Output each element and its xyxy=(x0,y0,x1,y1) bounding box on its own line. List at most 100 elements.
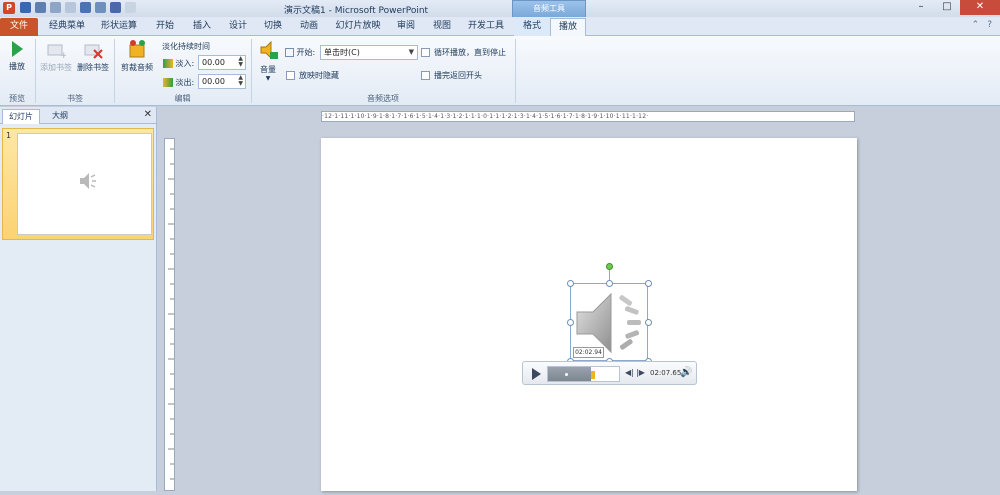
tab-animations[interactable]: 动画 xyxy=(294,18,324,36)
tab-developer[interactable]: 开发工具 xyxy=(464,18,508,36)
group-label-audio-options: 音频选项 xyxy=(367,94,399,103)
window-controls: – □ ✕ xyxy=(908,0,1000,15)
slide-thumbnail[interactable] xyxy=(17,133,152,235)
player-volume-icon[interactable]: 🔊 xyxy=(680,367,692,378)
rewind-after-play-checkbox[interactable]: 播完返回开头 xyxy=(421,70,482,81)
play-button[interactable]: 播放 xyxy=(6,41,28,72)
redo-icon[interactable] xyxy=(50,2,61,13)
slides-pane: 幻灯片 大纲 ✕ 1 xyxy=(0,107,157,491)
svg-text:+: + xyxy=(60,51,66,59)
title-bar: P 演示文稿1 - Microsoft PowerPoint 音频工具 – □ … xyxy=(0,0,1000,17)
resize-handle[interactable] xyxy=(567,280,574,287)
slide-editing-area: ·12·1·11·1·10·1·9·1·8·1·7·1·6·1·5·1·4·1·… xyxy=(158,107,1000,491)
fade-in-input[interactable]: 00.00 ▲ ▼ xyxy=(198,55,246,70)
resize-handle[interactable] xyxy=(567,319,574,326)
checkbox-box[interactable] xyxy=(421,48,430,57)
start-icon xyxy=(285,48,294,57)
minimize-ribbon-icon[interactable]: ⌃ xyxy=(972,20,980,30)
loop-until-stopped-checkbox[interactable]: 循环播放，直到停止 xyxy=(421,47,506,58)
hide-during-show-label: 放映时隐藏 xyxy=(299,71,339,80)
tab-format[interactable]: 格式 xyxy=(514,18,550,36)
tab-outline[interactable]: 大纲 xyxy=(46,109,74,124)
ribbon-tab-bar: 文件 经典菜单 形状运算 开始 插入 设计 切换 动画 幻灯片放映 审阅 视图 … xyxy=(0,17,1000,37)
new-slide-icon[interactable] xyxy=(65,2,76,13)
resize-handle[interactable] xyxy=(606,280,613,287)
group-label-editing: 编辑 xyxy=(174,94,191,103)
help-icon[interactable]: ? xyxy=(987,20,992,30)
trim-audio-icon xyxy=(127,39,147,59)
checkbox-box[interactable] xyxy=(421,71,430,80)
window-title: 演示文稿1 - Microsoft PowerPoint xyxy=(284,6,429,16)
back-icon[interactable] xyxy=(95,2,106,13)
horizontal-ruler: ·12·1·11·1·10·1·9·1·8·1·7·1·6·1·5·1·4·1·… xyxy=(321,111,855,122)
slide-canvas[interactable]: 02:02.94 ◀| |▶ 02:07.65 🔊 xyxy=(321,138,857,491)
player-play-icon[interactable] xyxy=(532,368,541,380)
spinner-arrows-icon[interactable]: ▲ ▼ xyxy=(238,75,243,87)
trim-audio-button[interactable]: 剪裁音频 xyxy=(118,39,156,73)
tab-review[interactable]: 审阅 xyxy=(391,18,421,36)
chevron-down-icon: ▼ xyxy=(408,48,414,56)
skip-back-icon[interactable]: ◀| xyxy=(625,368,634,377)
tab-classic-menu[interactable]: 经典菜单 xyxy=(46,18,88,36)
volume-label: 音量 xyxy=(260,65,276,74)
maximize-button[interactable]: □ xyxy=(934,0,960,15)
spinner-arrows-icon[interactable]: ▲ ▼ xyxy=(238,56,243,68)
duration-time: 02:07.65 xyxy=(650,369,682,377)
tab-insert[interactable]: 插入 xyxy=(187,18,217,36)
shapes-icon[interactable] xyxy=(110,2,121,13)
playhead-time-tooltip: 02:02.94 xyxy=(573,347,604,358)
tab-view[interactable]: 视图 xyxy=(427,18,457,36)
fade-in-icon xyxy=(163,59,173,68)
start-label: 开始: xyxy=(285,47,315,58)
slide-thumbnail-selected[interactable] xyxy=(2,128,154,240)
play-label: 播放 xyxy=(9,62,25,71)
add-bookmark-icon: + xyxy=(46,41,68,61)
tab-playback[interactable]: 播放 xyxy=(550,18,586,37)
bookmark-marker xyxy=(565,373,568,376)
save-icon[interactable] xyxy=(20,2,31,13)
group-separator xyxy=(515,39,516,103)
thumbnail-speaker-icon xyxy=(80,173,96,189)
playhead-marker[interactable] xyxy=(591,371,595,379)
tab-transitions[interactable]: 切换 xyxy=(258,18,288,36)
volume-button[interactable]: 音量 ▼ xyxy=(256,39,280,82)
tab-shape-ops[interactable]: 形状运算 xyxy=(97,18,141,36)
rewind-after-play-label: 播完返回开头 xyxy=(434,71,482,80)
tab-home[interactable]: 开始 xyxy=(150,18,180,36)
slideshow-icon[interactable] xyxy=(80,2,91,13)
fade-duration-title: 淡化持续时间 xyxy=(162,42,210,51)
vertical-ruler xyxy=(164,138,175,491)
skip-forward-icon[interactable]: |▶ xyxy=(636,368,645,377)
remove-bookmark-label: 删除书签 xyxy=(77,63,109,72)
remove-bookmark-button[interactable]: 删除书签 xyxy=(75,41,111,73)
tab-design[interactable]: 设计 xyxy=(223,18,253,36)
powerpoint-app-icon[interactable]: P xyxy=(3,2,15,14)
customize-qat-icon[interactable] xyxy=(125,2,136,13)
minimize-button[interactable]: – xyxy=(908,0,934,15)
resize-handle[interactable] xyxy=(645,319,652,326)
chevron-down-icon: ▼ xyxy=(265,75,271,82)
undo-icon[interactable] xyxy=(35,2,46,13)
tab-file[interactable]: 文件 xyxy=(0,18,38,36)
group-label-bookmarks: 书签 xyxy=(67,94,83,103)
seek-bar-fill xyxy=(548,367,591,381)
fade-out-input[interactable]: 00.00 ▲ ▼ xyxy=(198,74,246,89)
quick-access-toolbar xyxy=(20,2,136,13)
slide-number: 1 xyxy=(6,131,12,140)
tab-slides[interactable]: 幻灯片 xyxy=(2,109,40,124)
fade-out-icon xyxy=(163,78,173,87)
play-icon xyxy=(11,41,23,57)
resize-handle[interactable] xyxy=(645,280,652,287)
add-bookmark-label: 添加书签 xyxy=(40,63,72,72)
close-pane-icon[interactable]: ✕ xyxy=(144,109,152,120)
close-button[interactable]: ✕ xyxy=(960,0,1000,15)
seek-bar[interactable] xyxy=(547,366,620,382)
add-bookmark-button[interactable]: + 添加书签 xyxy=(38,41,74,73)
tab-slideshow[interactable]: 幻灯片放映 xyxy=(333,18,383,36)
audio-player-bar: ◀| |▶ 02:07.65 🔊 xyxy=(522,361,697,385)
checkbox-box[interactable] xyxy=(286,71,295,80)
group-label-preview: 预览 xyxy=(9,94,25,103)
start-dropdown[interactable]: 单击时(C) ▼ xyxy=(320,45,418,60)
rotation-handle[interactable] xyxy=(606,263,613,270)
hide-during-show-checkbox[interactable]: 放映时隐藏 xyxy=(286,70,339,81)
